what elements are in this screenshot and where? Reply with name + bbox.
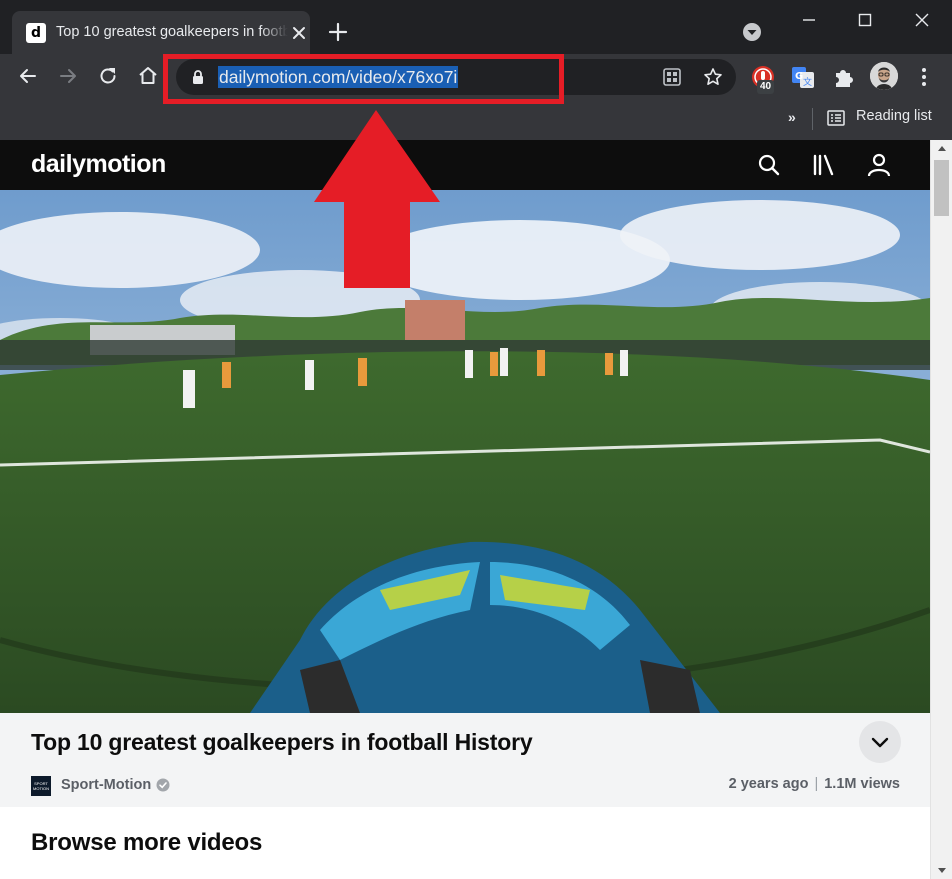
reading-list-icon[interactable] bbox=[826, 108, 846, 128]
bookmark-star-icon[interactable] bbox=[703, 67, 723, 87]
svg-text:G: G bbox=[795, 71, 803, 82]
browse-more-section: Browse more videos bbox=[0, 807, 930, 879]
channel-logo[interactable]: SPORT MOTION bbox=[31, 776, 51, 796]
dailymotion-header: dailymotion bbox=[0, 140, 930, 190]
new-tab-plus-icon[interactable] bbox=[327, 21, 349, 43]
search-icon[interactable] bbox=[756, 152, 782, 178]
reload-icon[interactable] bbox=[96, 64, 120, 88]
forward-arrow-icon[interactable] bbox=[56, 64, 80, 88]
bookmarks-bar: » Reading list bbox=[0, 100, 952, 140]
bookmarks-overflow-button[interactable]: » bbox=[788, 109, 796, 125]
maximize-window-icon[interactable] bbox=[853, 8, 877, 32]
red-up-arrow-annotation-icon bbox=[314, 110, 440, 288]
qr-code-icon[interactable] bbox=[662, 67, 682, 87]
profile-avatar[interactable] bbox=[870, 62, 898, 90]
google-translate-icon[interactable]: G 文 bbox=[790, 64, 816, 90]
library-icon[interactable] bbox=[811, 152, 837, 178]
minimize-window-icon[interactable] bbox=[797, 8, 821, 32]
video-metadata: 2 years ago | 1.1M views bbox=[729, 776, 900, 792]
extension-badge: 40 bbox=[757, 80, 775, 94]
tab-strip: d Top 10 greatest goalkeepers in footbal… bbox=[0, 0, 952, 54]
browser-tab[interactable]: d Top 10 greatest goalkeepers in footbal… bbox=[12, 11, 310, 54]
browser-menu-icon[interactable] bbox=[914, 65, 934, 89]
web-page: dailymotion Top 10 greatest goalkeepers … bbox=[0, 140, 930, 879]
browse-more-heading: Browse more videos bbox=[31, 829, 263, 856]
chevron-down-icon bbox=[871, 737, 889, 748]
svg-text:文: 文 bbox=[803, 76, 812, 88]
extensions-puzzle-icon[interactable] bbox=[830, 64, 856, 90]
view-count: 1.1M views bbox=[824, 776, 900, 792]
close-window-icon[interactable] bbox=[910, 8, 934, 32]
user-account-icon[interactable] bbox=[866, 152, 892, 178]
scroll-up-arrow-icon[interactable] bbox=[938, 146, 946, 151]
tab-search-icon[interactable] bbox=[742, 22, 762, 42]
tab-title: Top 10 greatest goalkeepers in football … bbox=[56, 24, 288, 40]
profile-photo-icon bbox=[870, 62, 898, 90]
video-frame-goalkeeper-pov bbox=[0, 190, 930, 713]
url-highlight-annotation bbox=[163, 54, 564, 104]
channel-name-link[interactable]: Sport-Motion bbox=[61, 777, 151, 793]
verified-check-icon bbox=[156, 778, 170, 792]
reading-list-button[interactable]: Reading list bbox=[856, 108, 932, 124]
video-title: Top 10 greatest goalkeepers in football … bbox=[31, 729, 533, 755]
page-scrollbar[interactable] bbox=[930, 140, 952, 879]
dailymotion-favicon-icon: d bbox=[26, 23, 46, 43]
video-player[interactable] bbox=[0, 190, 930, 713]
back-arrow-icon[interactable] bbox=[16, 64, 40, 88]
dailymotion-logo[interactable]: dailymotion bbox=[31, 150, 166, 179]
upload-age: 2 years ago bbox=[728, 776, 809, 792]
home-icon[interactable] bbox=[136, 64, 160, 88]
video-info-section: Top 10 greatest goalkeepers in football … bbox=[0, 713, 930, 807]
meta-separator: | bbox=[814, 776, 819, 792]
scroll-down-arrow-icon[interactable] bbox=[938, 868, 946, 873]
scrollbar-thumb[interactable] bbox=[934, 160, 949, 216]
expand-description-button[interactable] bbox=[859, 721, 901, 763]
bookmarks-divider bbox=[812, 108, 813, 130]
close-tab-icon[interactable] bbox=[291, 25, 307, 41]
